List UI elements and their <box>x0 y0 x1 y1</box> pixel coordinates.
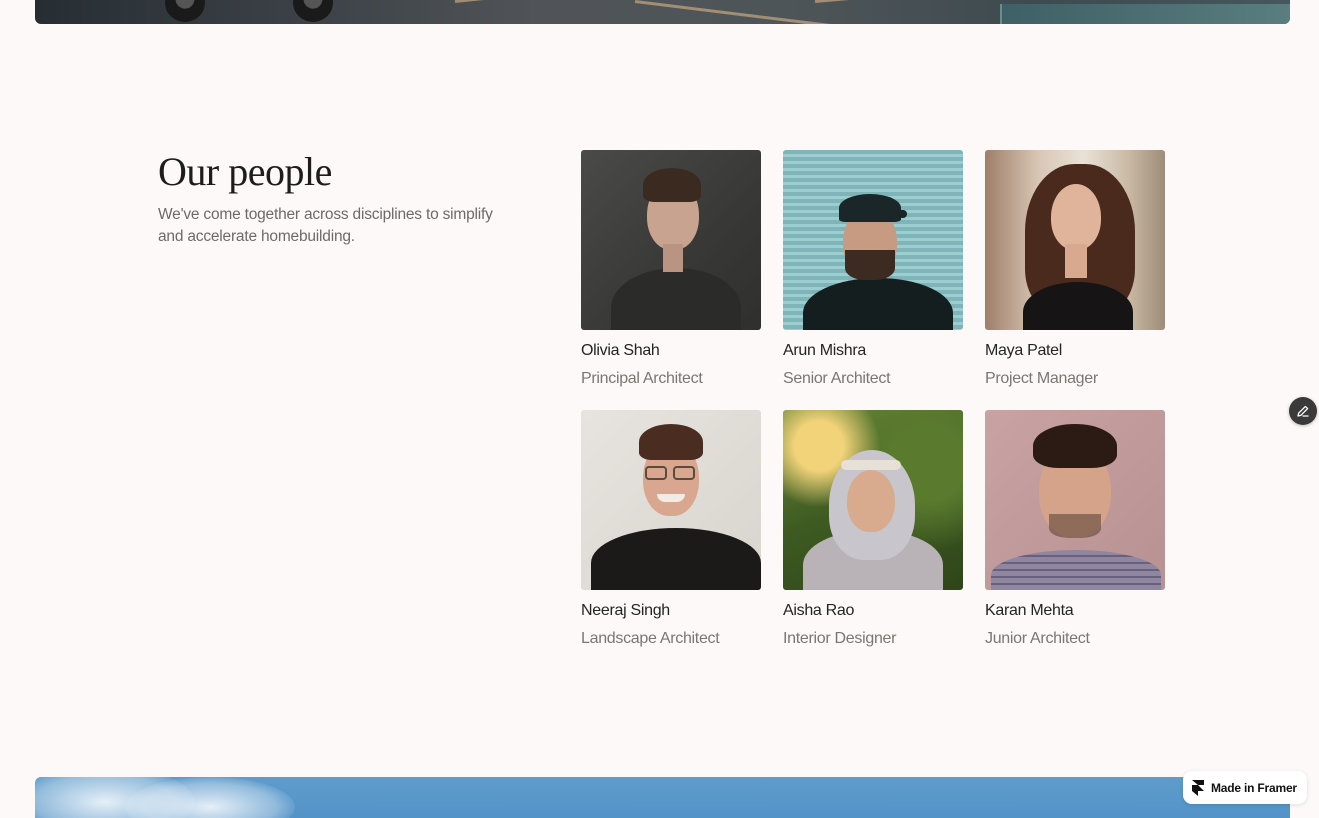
person-photo <box>783 150 963 330</box>
person-card: Arun Mishra Senior Architect <box>783 150 963 389</box>
person-name: Neeraj Singh <box>581 602 670 619</box>
person-name: Maya Patel <box>985 342 1063 359</box>
made-in-framer-badge[interactable]: Made in Framer <box>1183 771 1307 804</box>
people-grid: Olivia Shah Principal Architect Arun Mis… <box>581 150 1165 649</box>
person-name: Karan Mehta <box>985 602 1074 619</box>
person-card: Aisha Rao Interior Designer <box>783 410 963 649</box>
person-card: Maya Patel Project Manager <box>985 150 1165 389</box>
person-card: Olivia Shah Principal Architect <box>581 150 761 389</box>
road-marking <box>814 0 1075 3</box>
pencil-icon <box>1297 405 1309 417</box>
top-banner-image <box>35 0 1290 24</box>
person-name: Aisha Rao <box>783 602 855 619</box>
person-photo <box>581 410 761 590</box>
person-role: Project Manager <box>985 370 1098 387</box>
bottom-banner-image <box>35 777 1290 818</box>
person-card: Karan Mehta Junior Architect <box>985 410 1165 649</box>
person-role: Landscape Architect <box>581 630 720 647</box>
road-marking <box>634 0 894 24</box>
person-role: Interior Designer <box>783 630 897 647</box>
vehicle-wheel-shape <box>293 0 333 22</box>
section-title: Our people <box>158 149 332 194</box>
person-photo <box>985 410 1165 590</box>
edit-button[interactable] <box>1289 397 1317 425</box>
person-name: Olivia Shah <box>581 342 660 359</box>
framer-logo-icon <box>1192 779 1204 796</box>
person-role: Senior Architect <box>783 370 891 387</box>
glass-panel <box>1000 4 1290 24</box>
person-role: Junior Architect <box>985 630 1090 647</box>
person-card: Neeraj Singh Landscape Architect <box>581 410 761 649</box>
badge-label: Made in Framer <box>1211 780 1297 795</box>
person-photo <box>985 150 1165 330</box>
person-name: Arun Mishra <box>783 342 866 359</box>
section-description: We've come together across disciplines t… <box>158 206 493 245</box>
people-section-intro: Our people We've come together across di… <box>158 150 498 248</box>
vehicle-wheel-shape <box>165 0 205 22</box>
person-role: Principal Architect <box>581 370 703 387</box>
road-marking <box>454 0 714 3</box>
person-photo <box>581 150 761 330</box>
person-photo <box>783 410 963 590</box>
